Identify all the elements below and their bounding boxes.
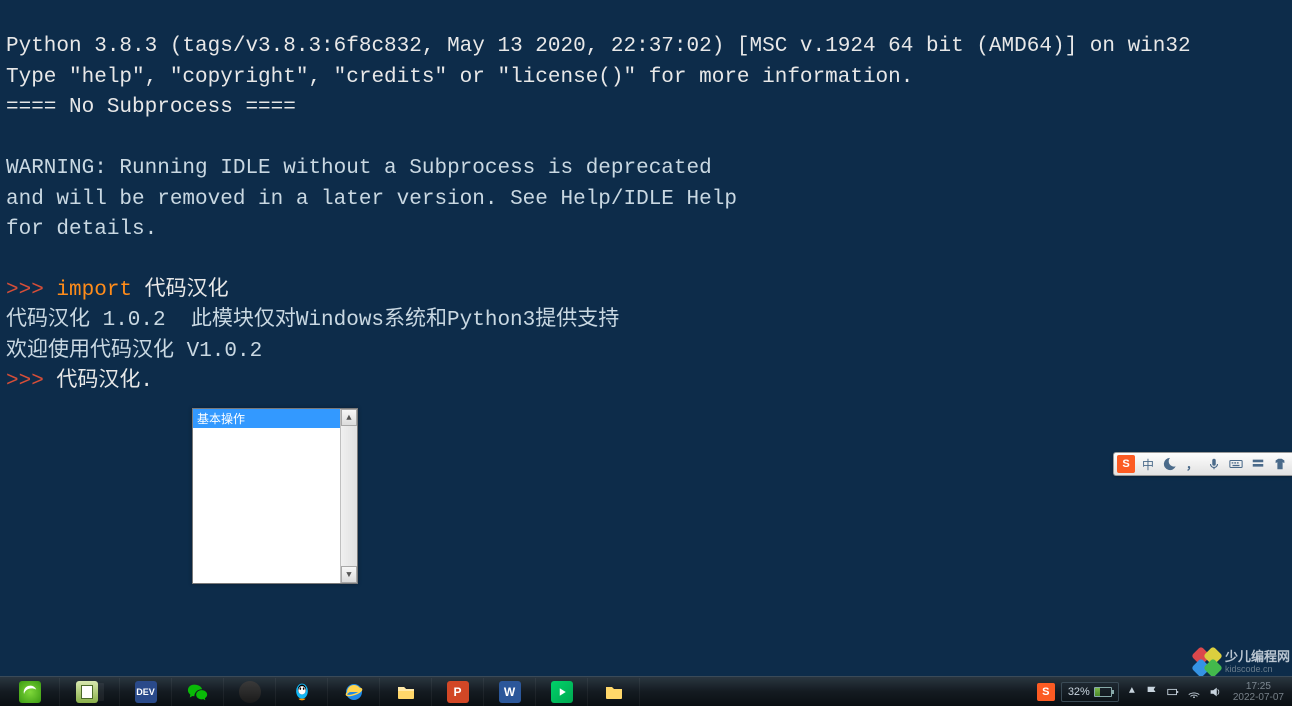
windows-taskbar[interactable]: DEV P W S 32% ▲ 17:25 2022-07-07 xyxy=(0,676,1292,706)
import-module-name: 代码汉化 xyxy=(132,279,229,302)
taskbar-explorer-icon[interactable] xyxy=(380,678,432,706)
warning-line-1: WARNING: Running IDLE without a Subproce… xyxy=(6,157,712,180)
taskbar-ie-icon[interactable] xyxy=(0,678,60,706)
ime-punctuation-icon[interactable]: ， xyxy=(1183,455,1201,473)
ime-voice-icon[interactable] xyxy=(1205,455,1223,473)
taskbar-wechat-icon[interactable] xyxy=(172,678,224,706)
ime-softkeyboard-icon[interactable] xyxy=(1227,455,1245,473)
ime-skin-icon[interactable] xyxy=(1271,455,1289,473)
taskbar-clock[interactable]: 17:25 2022-07-07 xyxy=(1229,681,1288,703)
ime-moon-icon[interactable] xyxy=(1161,455,1179,473)
ime-language-bar[interactable]: S 中 ， xyxy=(1113,452,1292,476)
module-output-1: 代码汉化 1.0.2 此模块仅对Windows系统和Python3提供支持 xyxy=(6,309,619,332)
system-tray: S 32% ▲ 17:25 2022-07-07 xyxy=(1033,677,1292,706)
ime-settings-icon[interactable] xyxy=(1249,455,1267,473)
tray-network-icon[interactable] xyxy=(1187,684,1202,699)
clock-time: 17:25 xyxy=(1246,681,1271,692)
clock-date: 2022-07-07 xyxy=(1233,692,1284,703)
taskbar-word-icon[interactable]: W xyxy=(484,678,536,706)
module-output-2: 欢迎使用代码汉化 V1.0.2 xyxy=(6,340,262,363)
taskbar-pinned-items: DEV P W xyxy=(0,677,640,706)
tray-flag-icon[interactable] xyxy=(1145,684,1160,699)
autocomplete-popup[interactable]: 基本操作 ▲ ▼ xyxy=(192,408,358,584)
tray-sogou-icon[interactable]: S xyxy=(1037,683,1055,701)
prompt-1: >>> xyxy=(6,279,56,302)
no-subprocess-line: ==== No Subprocess ==== xyxy=(6,96,296,119)
import-keyword: import xyxy=(56,279,132,302)
scroll-track[interactable] xyxy=(341,426,357,566)
current-input[interactable]: 代码汉化. xyxy=(56,370,153,393)
watermark-subtitle: kidscode.cn xyxy=(1225,665,1290,674)
battery-percent: 32% xyxy=(1068,686,1090,698)
tray-volume-icon[interactable] xyxy=(1208,684,1223,699)
warning-line-3: for details. xyxy=(6,218,157,241)
warning-line-2: and will be removed in a later version. … xyxy=(6,188,737,211)
prompt-2: >>> xyxy=(6,370,56,393)
sogou-ime-logo-icon[interactable]: S xyxy=(1117,455,1135,473)
watermark-title: 少儿编程网 xyxy=(1225,650,1290,663)
python-version-line: Python 3.8.3 (tags/v3.8.3:6f8c832, May 1… xyxy=(6,35,1191,58)
taskbar-powerpoint-icon[interactable]: P xyxy=(432,678,484,706)
tray-power-icon[interactable] xyxy=(1166,684,1181,699)
taskbar-unknown-icon[interactable] xyxy=(224,678,276,706)
taskbar-notepadpp-icon[interactable] xyxy=(60,678,120,706)
scroll-up-button[interactable]: ▲ xyxy=(341,409,357,426)
taskbar-qq-icon[interactable] xyxy=(276,678,328,706)
taskbar-media-icon[interactable] xyxy=(536,678,588,706)
taskbar-devcpp-icon[interactable]: DEV xyxy=(120,678,172,706)
taskbar-folder2-icon[interactable] xyxy=(588,678,640,706)
autocomplete-item[interactable]: 基本操作 xyxy=(193,409,340,428)
taskbar-ie2-icon[interactable] xyxy=(328,678,380,706)
tray-overflow-button[interactable]: ▲ xyxy=(1125,685,1139,699)
watermark: 少儿编程网 kidscode.cn xyxy=(1193,648,1290,676)
watermark-logo-icon xyxy=(1193,648,1221,676)
battery-indicator[interactable]: 32% xyxy=(1061,682,1119,702)
ime-mode-chinese[interactable]: 中 xyxy=(1139,455,1157,473)
autocomplete-scrollbar[interactable]: ▲ ▼ xyxy=(340,409,357,583)
scroll-down-button[interactable]: ▼ xyxy=(341,566,357,583)
autocomplete-listbox[interactable]: 基本操作 xyxy=(193,409,340,583)
battery-icon xyxy=(1094,687,1112,697)
help-line: Type "help", "copyright", "credits" or "… xyxy=(6,66,913,89)
